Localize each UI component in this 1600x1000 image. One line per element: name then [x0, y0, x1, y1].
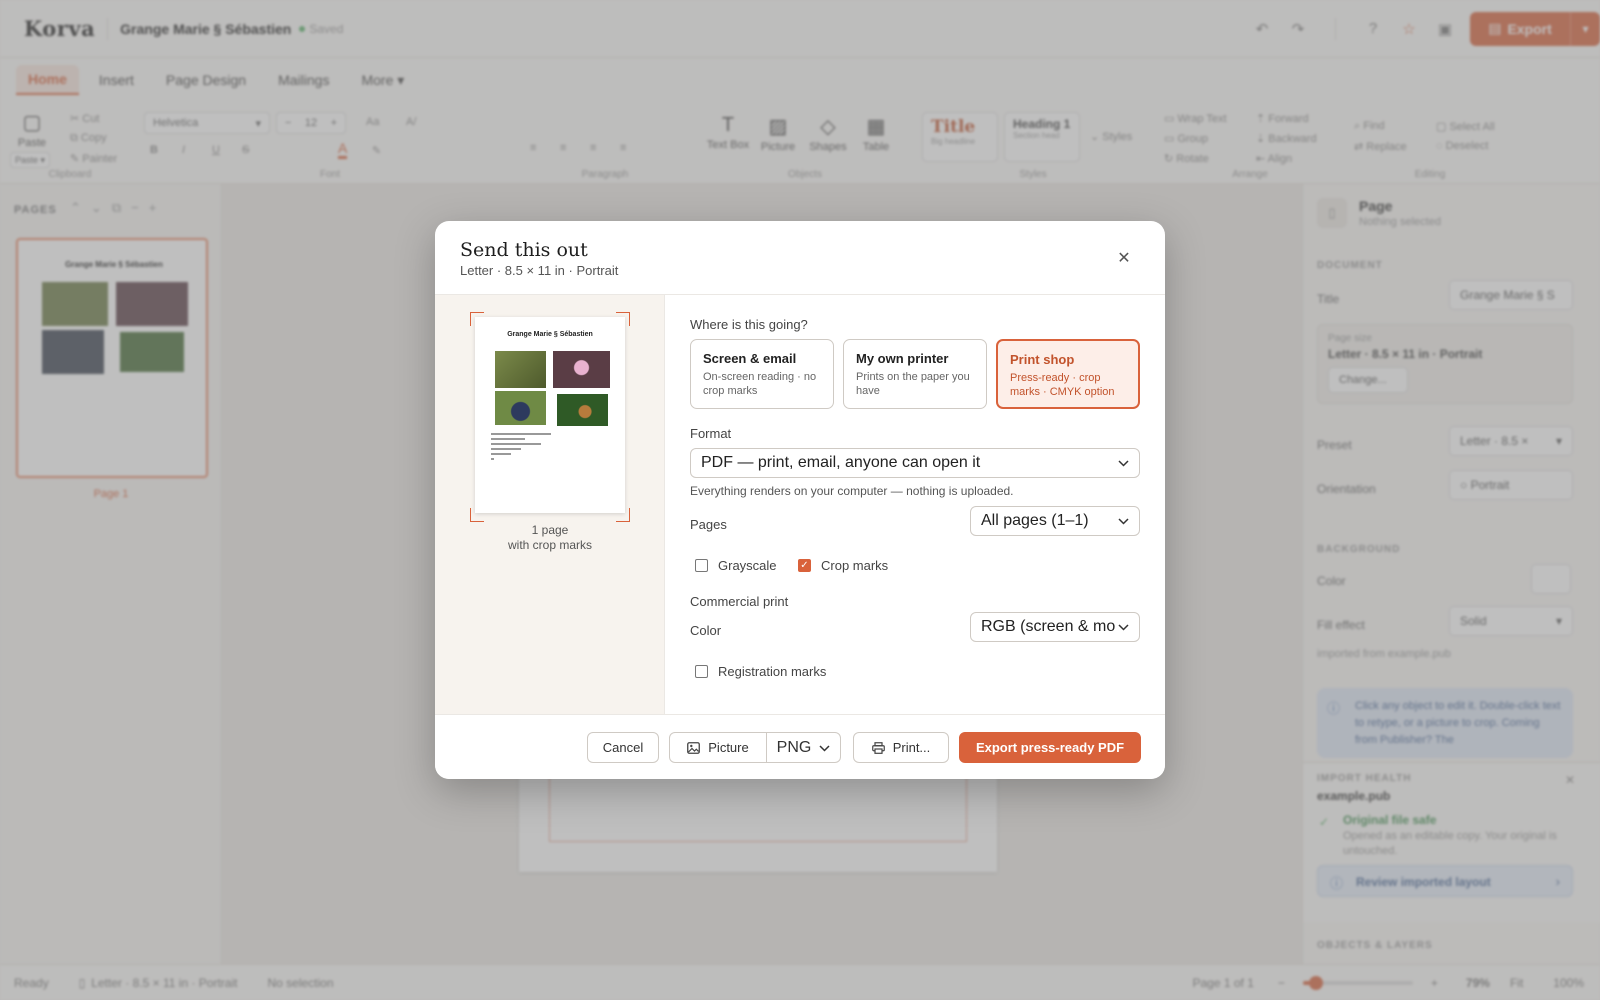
chevron-down-icon	[1117, 621, 1129, 633]
preview-photo	[495, 391, 546, 425]
image-icon	[687, 741, 701, 754]
preview-caption: 1 page with crop marks	[435, 523, 665, 553]
dialog-title: Send this out	[460, 239, 588, 261]
export-press-ready-pdf-button[interactable]: Export press-ready PDF	[959, 732, 1141, 763]
preview-text-line	[491, 448, 521, 450]
picture-format-value: PNG	[776, 738, 812, 756]
dialog-footer: Cancel Picture PNG Print... Export press…	[435, 714, 1165, 779]
send-out-dialog: Send this out Letter · 8.5 × 11 in · Por…	[435, 221, 1165, 779]
preview-photo	[557, 394, 608, 426]
pages-select[interactable]: All pages (1–1)	[970, 506, 1140, 536]
page-preview: Grange Marie § Sébastien	[475, 317, 625, 513]
dialog-header: Send this out Letter · 8.5 × 11 in · Por…	[435, 221, 1165, 295]
destination-own-printer[interactable]: My own printer Prints on the paper you h…	[843, 339, 987, 409]
preview-crop-note: with crop marks	[507, 538, 593, 552]
print-button[interactable]: Print...	[853, 732, 949, 763]
registration-marks-option: Registration marks	[695, 664, 826, 679]
dialog-subtitle: Letter · 8.5 × 11 in · Portrait	[460, 263, 619, 278]
preview-text-line	[491, 443, 541, 445]
color-label: Color	[690, 623, 722, 638]
destination-title: Print shop	[1010, 352, 1075, 367]
chevron-down-icon	[1117, 457, 1129, 469]
crop-marks-option: ✓ Crop marks	[798, 558, 888, 573]
preview-text-line	[491, 433, 551, 435]
destination-screen-email[interactable]: Screen & email On-screen reading · no cr…	[690, 339, 834, 409]
preview-photo	[553, 351, 610, 388]
destination-label: Where is this going?	[690, 317, 808, 332]
chevron-down-icon	[1117, 515, 1129, 527]
pages-label: Pages	[690, 517, 727, 532]
destination-desc: On-screen reading · no crop marks	[703, 371, 817, 397]
preview-photo	[495, 351, 546, 388]
destination-print-shop[interactable]: Print shop Press-ready · crop marks · CM…	[996, 339, 1140, 409]
print-label: Print...	[892, 740, 931, 755]
chevron-down-icon	[819, 739, 830, 757]
format-label: Format	[690, 426, 732, 441]
preview-text-line	[491, 458, 494, 460]
registration-marks-label: Registration marks	[718, 664, 827, 679]
cancel-button[interactable]: Cancel	[587, 732, 659, 763]
color-mode-value: RGB (screen & mo	[981, 618, 1116, 635]
pages-value: All pages (1–1)	[981, 512, 1089, 529]
crop-marks-checkbox[interactable]: ✓	[798, 559, 811, 572]
options-pane: Where is this going? Screen & email On-s…	[665, 295, 1165, 714]
destination-title: My own printer	[856, 351, 949, 366]
close-icon: ✕	[1117, 250, 1131, 267]
preview-pane: Grange Marie § Sébastien 1 page with cro…	[435, 295, 665, 714]
preview-page-count: 1 page	[531, 523, 569, 537]
picture-label: Picture	[708, 740, 749, 755]
preview-text-line	[491, 438, 525, 440]
grayscale-label: Grayscale	[718, 558, 777, 573]
printer-icon	[871, 741, 885, 754]
commercial-print-label: Commercial print	[690, 594, 789, 609]
destination-desc: Press-ready · crop marks · CMYK option	[1010, 372, 1115, 398]
registration-marks-checkbox[interactable]	[695, 665, 708, 678]
close-button[interactable]: ✕	[1111, 245, 1137, 271]
format-value: PDF — print, email, anyone can open it	[701, 454, 981, 471]
color-mode-select[interactable]: RGB (screen & mo	[970, 612, 1140, 642]
crop-marks-label: Crop marks	[821, 558, 889, 573]
grayscale-option: Grayscale	[695, 558, 777, 573]
export-picture-button[interactable]: Picture	[669, 732, 767, 763]
destination-title: Screen & email	[703, 351, 797, 366]
grayscale-checkbox[interactable]	[695, 559, 708, 572]
picture-format-select[interactable]: PNG	[766, 732, 841, 763]
format-select[interactable]: PDF — print, email, anyone can open it	[690, 448, 1140, 478]
preview-text-line	[491, 453, 511, 455]
format-hint: Everything renders on your computer — no…	[690, 484, 1014, 498]
destination-desc: Prints on the paper you have	[856, 371, 970, 397]
preview-title: Grange Marie § Sébastien	[507, 331, 593, 338]
